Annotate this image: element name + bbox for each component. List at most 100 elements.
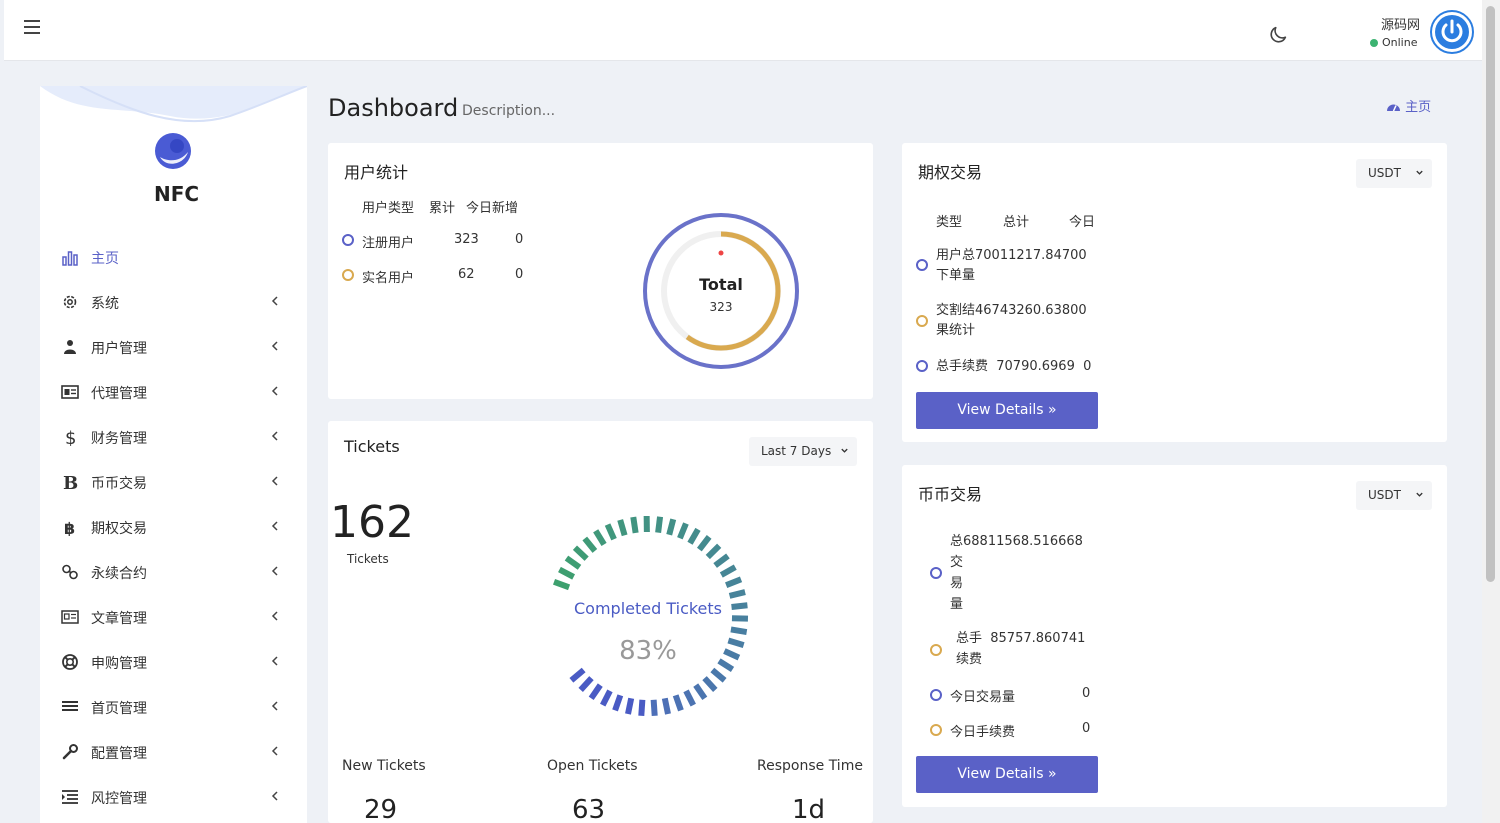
sidebar-item-6[interactable]: ฿ 期权交易 <box>40 507 307 547</box>
gauge-segment <box>713 553 730 568</box>
gauge-segment <box>705 543 722 560</box>
sidebar-item-label: 首页管理 <box>91 701 147 717</box>
breadcrumb[interactable]: 主页 <box>1386 96 1431 115</box>
dollar-icon: $ <box>65 428 76 446</box>
sidebar-item-11[interactable]: 配置管理 <box>40 732 307 772</box>
currency-select[interactable]: USDT <box>1356 481 1432 510</box>
sidebar-item-3[interactable]: 代理管理 <box>40 372 307 412</box>
chevron-left-icon <box>271 431 278 441</box>
sidebar-item-9[interactable]: 申购管理 <box>40 642 307 682</box>
row-line: 下单量 <box>936 268 976 283</box>
nfc-logo <box>155 133 191 169</box>
donut-value: 323 <box>709 300 733 314</box>
view-details-button[interactable]: View Details » <box>916 756 1098 793</box>
sidebar-item-label: 期权交易 <box>91 521 147 537</box>
chevron-left-icon <box>271 296 278 306</box>
chevron-down-icon <box>1416 492 1423 497</box>
gauge-segment <box>683 689 696 707</box>
gauge-segment <box>553 578 571 591</box>
page-title: Dashboard <box>328 94 459 122</box>
currency-value: USDT <box>1368 166 1401 180</box>
row-type: 今日手续费 <box>950 725 1016 740</box>
stat-label: Response Time <box>757 758 863 774</box>
page-description: Description... <box>462 103 556 119</box>
gauge-segment <box>569 667 586 683</box>
legend-dot <box>930 644 942 656</box>
svg-text:$: $ <box>65 428 76 446</box>
row-type: 注册用户 <box>362 236 415 251</box>
gauge-segment <box>625 697 635 715</box>
chevron-left-icon <box>271 521 278 531</box>
chevron-left-icon <box>271 476 278 486</box>
stat-label: New Tickets <box>342 758 426 774</box>
menu-toggle-icon[interactable] <box>24 20 40 34</box>
page-scrollbar[interactable] <box>1482 0 1500 823</box>
id-card-icon <box>61 385 79 399</box>
row-today: 0 <box>515 267 524 282</box>
col-header-total: 总计 <box>1003 215 1030 230</box>
legend-dot <box>930 567 942 579</box>
row-line: 总68811568.516668 <box>950 534 1083 549</box>
legend-dot <box>916 315 928 327</box>
user-name[interactable]: 源码网 <box>1364 14 1420 33</box>
sidebar: NFC 主页系统用户管理代理管理 $ 财务管理 B 币币交易 ฿ 期权交易永续合约文章管理申… <box>40 86 307 823</box>
sidebar-item-0[interactable]: 主页 <box>40 237 307 277</box>
legend-dot <box>342 269 354 281</box>
row-line: 用户总70011217.84700 <box>936 248 1087 263</box>
row-total: 62 <box>458 267 475 282</box>
view-details-button[interactable]: View Details » <box>916 392 1098 429</box>
dark-mode-icon[interactable] <box>1267 24 1289 46</box>
link-icon <box>62 564 78 580</box>
row-type: 实名用户 <box>362 271 415 286</box>
sidebar-item-8[interactable]: 文章管理 <box>40 597 307 637</box>
scrollbar-thumb[interactable] <box>1486 6 1495 582</box>
list-icon <box>62 701 78 711</box>
gauge-segment <box>572 545 589 561</box>
period-select[interactable]: Last 7 Days <box>749 437 857 466</box>
status-text: Online <box>1382 36 1418 49</box>
sidebar-item-7[interactable]: 永续合约 <box>40 552 307 592</box>
gear-icon <box>63 295 77 309</box>
legend-dot <box>342 234 354 246</box>
row-today: 0 <box>1082 721 1091 736</box>
row-total: 323 <box>454 232 479 247</box>
gauge-segment <box>564 555 582 570</box>
sidebar-item-5[interactable]: B 币币交易 <box>40 462 307 502</box>
gauge-segment <box>655 516 664 533</box>
gauge-label: Completed Tickets <box>573 599 723 618</box>
bitcoin-b-icon: B <box>63 473 78 491</box>
ticket-count-label: Tickets <box>347 552 389 566</box>
svg-text:฿: ฿ <box>64 519 75 536</box>
row-line: 交割结46743260.63800 <box>936 303 1087 318</box>
double-chevron-right-icon: » <box>1048 766 1057 782</box>
button-label: View Details <box>957 402 1044 418</box>
sidebar-item-10[interactable]: 首页管理 <box>40 687 307 727</box>
legend-dot <box>930 689 942 701</box>
breadcrumb-home[interactable]: 主页 <box>1405 100 1431 115</box>
avatar[interactable] <box>1430 10 1474 54</box>
gauge-segment <box>630 516 639 534</box>
card-title: 币币交易 <box>918 485 983 504</box>
brand-name: NFC <box>153 182 200 206</box>
card-title: 用户统计 <box>344 163 409 182</box>
gauge-segment <box>710 667 727 683</box>
row-line: 续费 <box>956 652 983 667</box>
gauge-segment <box>650 699 658 716</box>
gauge-segment <box>588 683 603 701</box>
sidebar-item-2[interactable]: 用户管理 <box>40 327 307 367</box>
gauge-segment <box>730 626 748 636</box>
sidebar-item-1[interactable]: 系统 <box>40 282 307 322</box>
chevron-left-icon <box>271 701 278 711</box>
gauge-segment <box>612 694 624 712</box>
donut-label: Total <box>699 275 743 294</box>
stat-value: 29 <box>364 795 398 823</box>
gauge-segment <box>638 699 646 716</box>
currency-select[interactable]: USDT <box>1356 159 1432 188</box>
row-line: 易 <box>950 576 964 591</box>
sidebar-item-4[interactable]: $ 财务管理 <box>40 417 307 457</box>
bitcoin-icon: ฿ <box>64 519 75 536</box>
col-header-today: 今日 <box>1069 215 1096 230</box>
row-line: 总手续费 70790.6969 0 <box>936 359 1092 374</box>
sidebar-item-12[interactable]: 风控管理 <box>40 777 307 817</box>
stat-value: 63 <box>572 795 606 823</box>
